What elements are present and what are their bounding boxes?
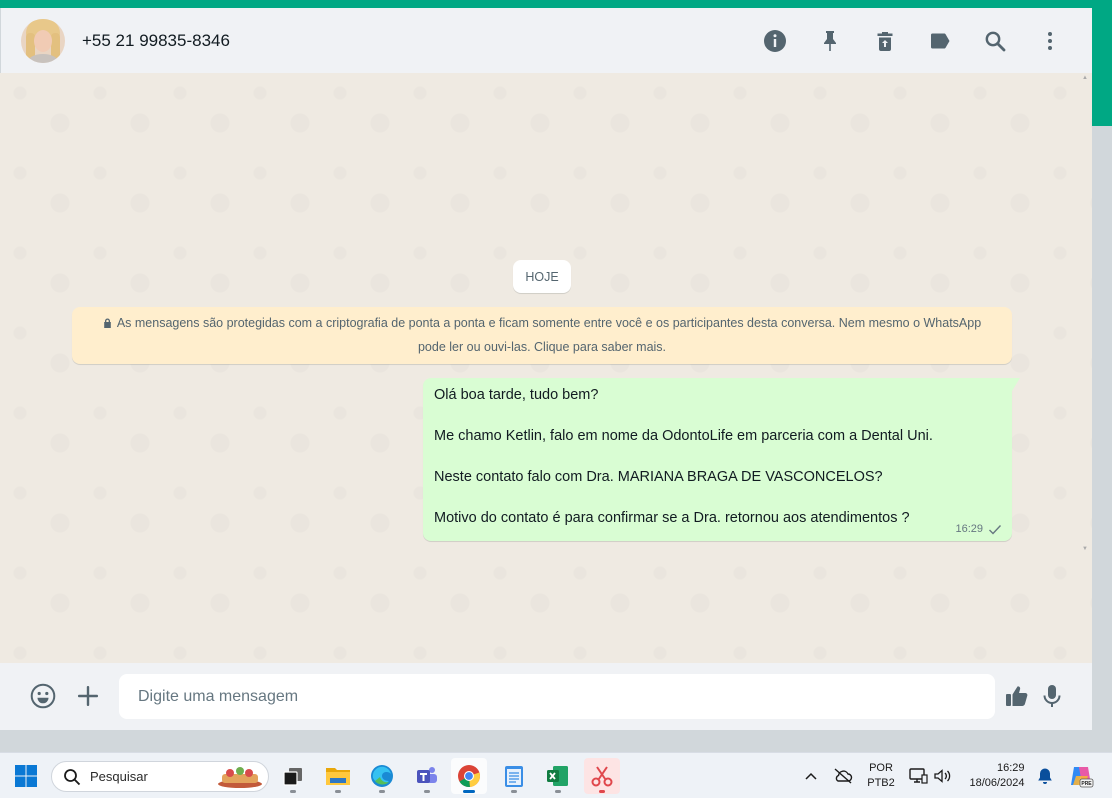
edge-icon (371, 765, 393, 787)
copilot-icon: PRE (1071, 767, 1094, 788)
chevron-up-icon (805, 772, 817, 780)
pin-chat-button[interactable] (810, 21, 850, 61)
svg-text:PRE: PRE (1081, 781, 1092, 787)
volume-icon (934, 769, 951, 783)
attach-button[interactable] (68, 676, 108, 716)
teams-button[interactable] (409, 758, 445, 794)
language-text: POR PTB2 (867, 761, 895, 791)
running-indicator (599, 790, 605, 793)
search-icon (985, 31, 1006, 51)
emoji-button[interactable] (23, 676, 63, 716)
window-right-accent (1092, 8, 1112, 126)
info-icon (764, 29, 786, 52)
delete-chat-button[interactable] (865, 21, 905, 61)
message-line: Me chamo Ketlin, falo em nome da OdontoL… (434, 428, 933, 444)
message-line: Motivo do contato é para confirmar se a … (434, 510, 910, 526)
message-meta: 16:29 (955, 523, 1002, 535)
outgoing-message[interactable]: Olá boa tarde, tudo bem? Me chamo Ketlin… (423, 378, 1020, 541)
edge-button[interactable] (364, 758, 400, 794)
chat-panel[interactable]: ▲ HOJE As mensagens são protegidas com a… (0, 73, 1092, 663)
excel-button[interactable] (540, 758, 576, 794)
running-indicator (335, 790, 341, 793)
input-language-indicator[interactable]: POR PTB2 (862, 753, 900, 798)
network-status[interactable] (906, 753, 930, 798)
message-time: 16:29 (955, 523, 983, 535)
running-indicator (290, 790, 296, 793)
running-indicator (511, 790, 517, 793)
message-line: Neste contato falo com Dra. MARIANA BRAG… (434, 469, 883, 485)
thumbs-up-button[interactable] (997, 676, 1037, 716)
contact-avatar[interactable] (21, 18, 65, 63)
onedrive-status[interactable] (830, 753, 856, 798)
clock-text: 16:29 18/06/2024 (969, 761, 1024, 791)
task-view-button[interactable] (275, 758, 311, 794)
more-vertical-icon (1048, 31, 1052, 50)
thumbs-up-icon (1006, 686, 1028, 706)
taskbar-search[interactable]: Pesquisar (51, 761, 269, 792)
bell-icon (1038, 768, 1052, 784)
task-view-icon (283, 768, 302, 786)
language-code: POR (869, 762, 893, 774)
show-hidden-icons-button[interactable] (800, 753, 822, 798)
teams-icon (417, 767, 437, 783)
voice-message-button[interactable] (1032, 676, 1072, 716)
running-indicator (555, 790, 561, 793)
active-indicator (463, 790, 475, 793)
search-icon (64, 768, 81, 785)
plus-icon (78, 686, 98, 706)
scroll-up-arrow[interactable]: ▲ (1082, 75, 1088, 81)
menu-button[interactable] (1030, 21, 1070, 61)
label-chat-button[interactable] (920, 21, 960, 61)
taskbar-search-placeholder: Pesquisar (90, 769, 148, 784)
running-indicator (379, 790, 385, 793)
running-indicator (424, 790, 430, 793)
start-button[interactable] (8, 758, 44, 794)
copilot-button[interactable]: PRE (1064, 753, 1098, 798)
chat-header[interactable]: +55 21 99835-8346 (0, 8, 1092, 73)
date-separator: HOJE (513, 260, 571, 293)
lock-icon (104, 318, 111, 328)
scissors-icon (591, 766, 613, 787)
scroll-down-arrow[interactable]: ▼ (1082, 546, 1088, 552)
message-input[interactable] (119, 674, 995, 719)
cloud-off-icon (834, 768, 853, 784)
windows-logo-icon (15, 765, 37, 787)
encryption-notice-text: As mensagens são protegidas com a cripto… (116, 316, 982, 354)
clock[interactable]: 16:29 18/06/2024 (962, 753, 1032, 798)
keyboard-layout: PTB2 (867, 777, 895, 789)
file-explorer-button[interactable] (320, 758, 356, 794)
whatsapp-window: +55 21 99835-8346 ▲ HOJE As mensagens sã… (0, 8, 1092, 730)
label-icon (931, 33, 950, 48)
excel-icon (547, 766, 568, 786)
emoji-icon (30, 683, 56, 709)
network-icon (909, 768, 928, 784)
window-top-accent (0, 0, 1112, 8)
delete-icon (877, 31, 893, 51)
taskbar: Pesquisar POR PTB2 16:29 18/06/2024 PRE (0, 752, 1112, 798)
snipping-tool-button[interactable] (584, 758, 620, 794)
notepad-icon (505, 766, 523, 787)
notepad-button[interactable] (496, 758, 532, 794)
bubble-tail (1012, 378, 1020, 391)
microphone-icon (1043, 685, 1061, 707)
header-actions (740, 8, 1070, 73)
encryption-notice[interactable]: As mensagens são protegidas com a cripto… (72, 307, 1012, 364)
folder-icon (326, 768, 350, 785)
notifications-button[interactable] (1034, 753, 1056, 798)
chrome-icon (458, 765, 480, 788)
volume-status[interactable] (932, 753, 954, 798)
message-line: Olá boa tarde, tudo bem? (434, 387, 599, 403)
clock-date: 18/06/2024 (969, 777, 1025, 789)
single-check-icon (989, 524, 1002, 535)
clock-time: 16:29 (997, 762, 1025, 774)
search-chat-button[interactable] (975, 21, 1015, 61)
avatar-image (21, 18, 65, 63)
contact-name[interactable]: +55 21 99835-8346 (82, 31, 230, 51)
contact-info-button[interactable] (755, 21, 795, 61)
chrome-button[interactable] (451, 758, 487, 794)
message-composer (0, 663, 1092, 730)
search-highlight-image (218, 767, 262, 788)
pin-icon (824, 30, 836, 51)
